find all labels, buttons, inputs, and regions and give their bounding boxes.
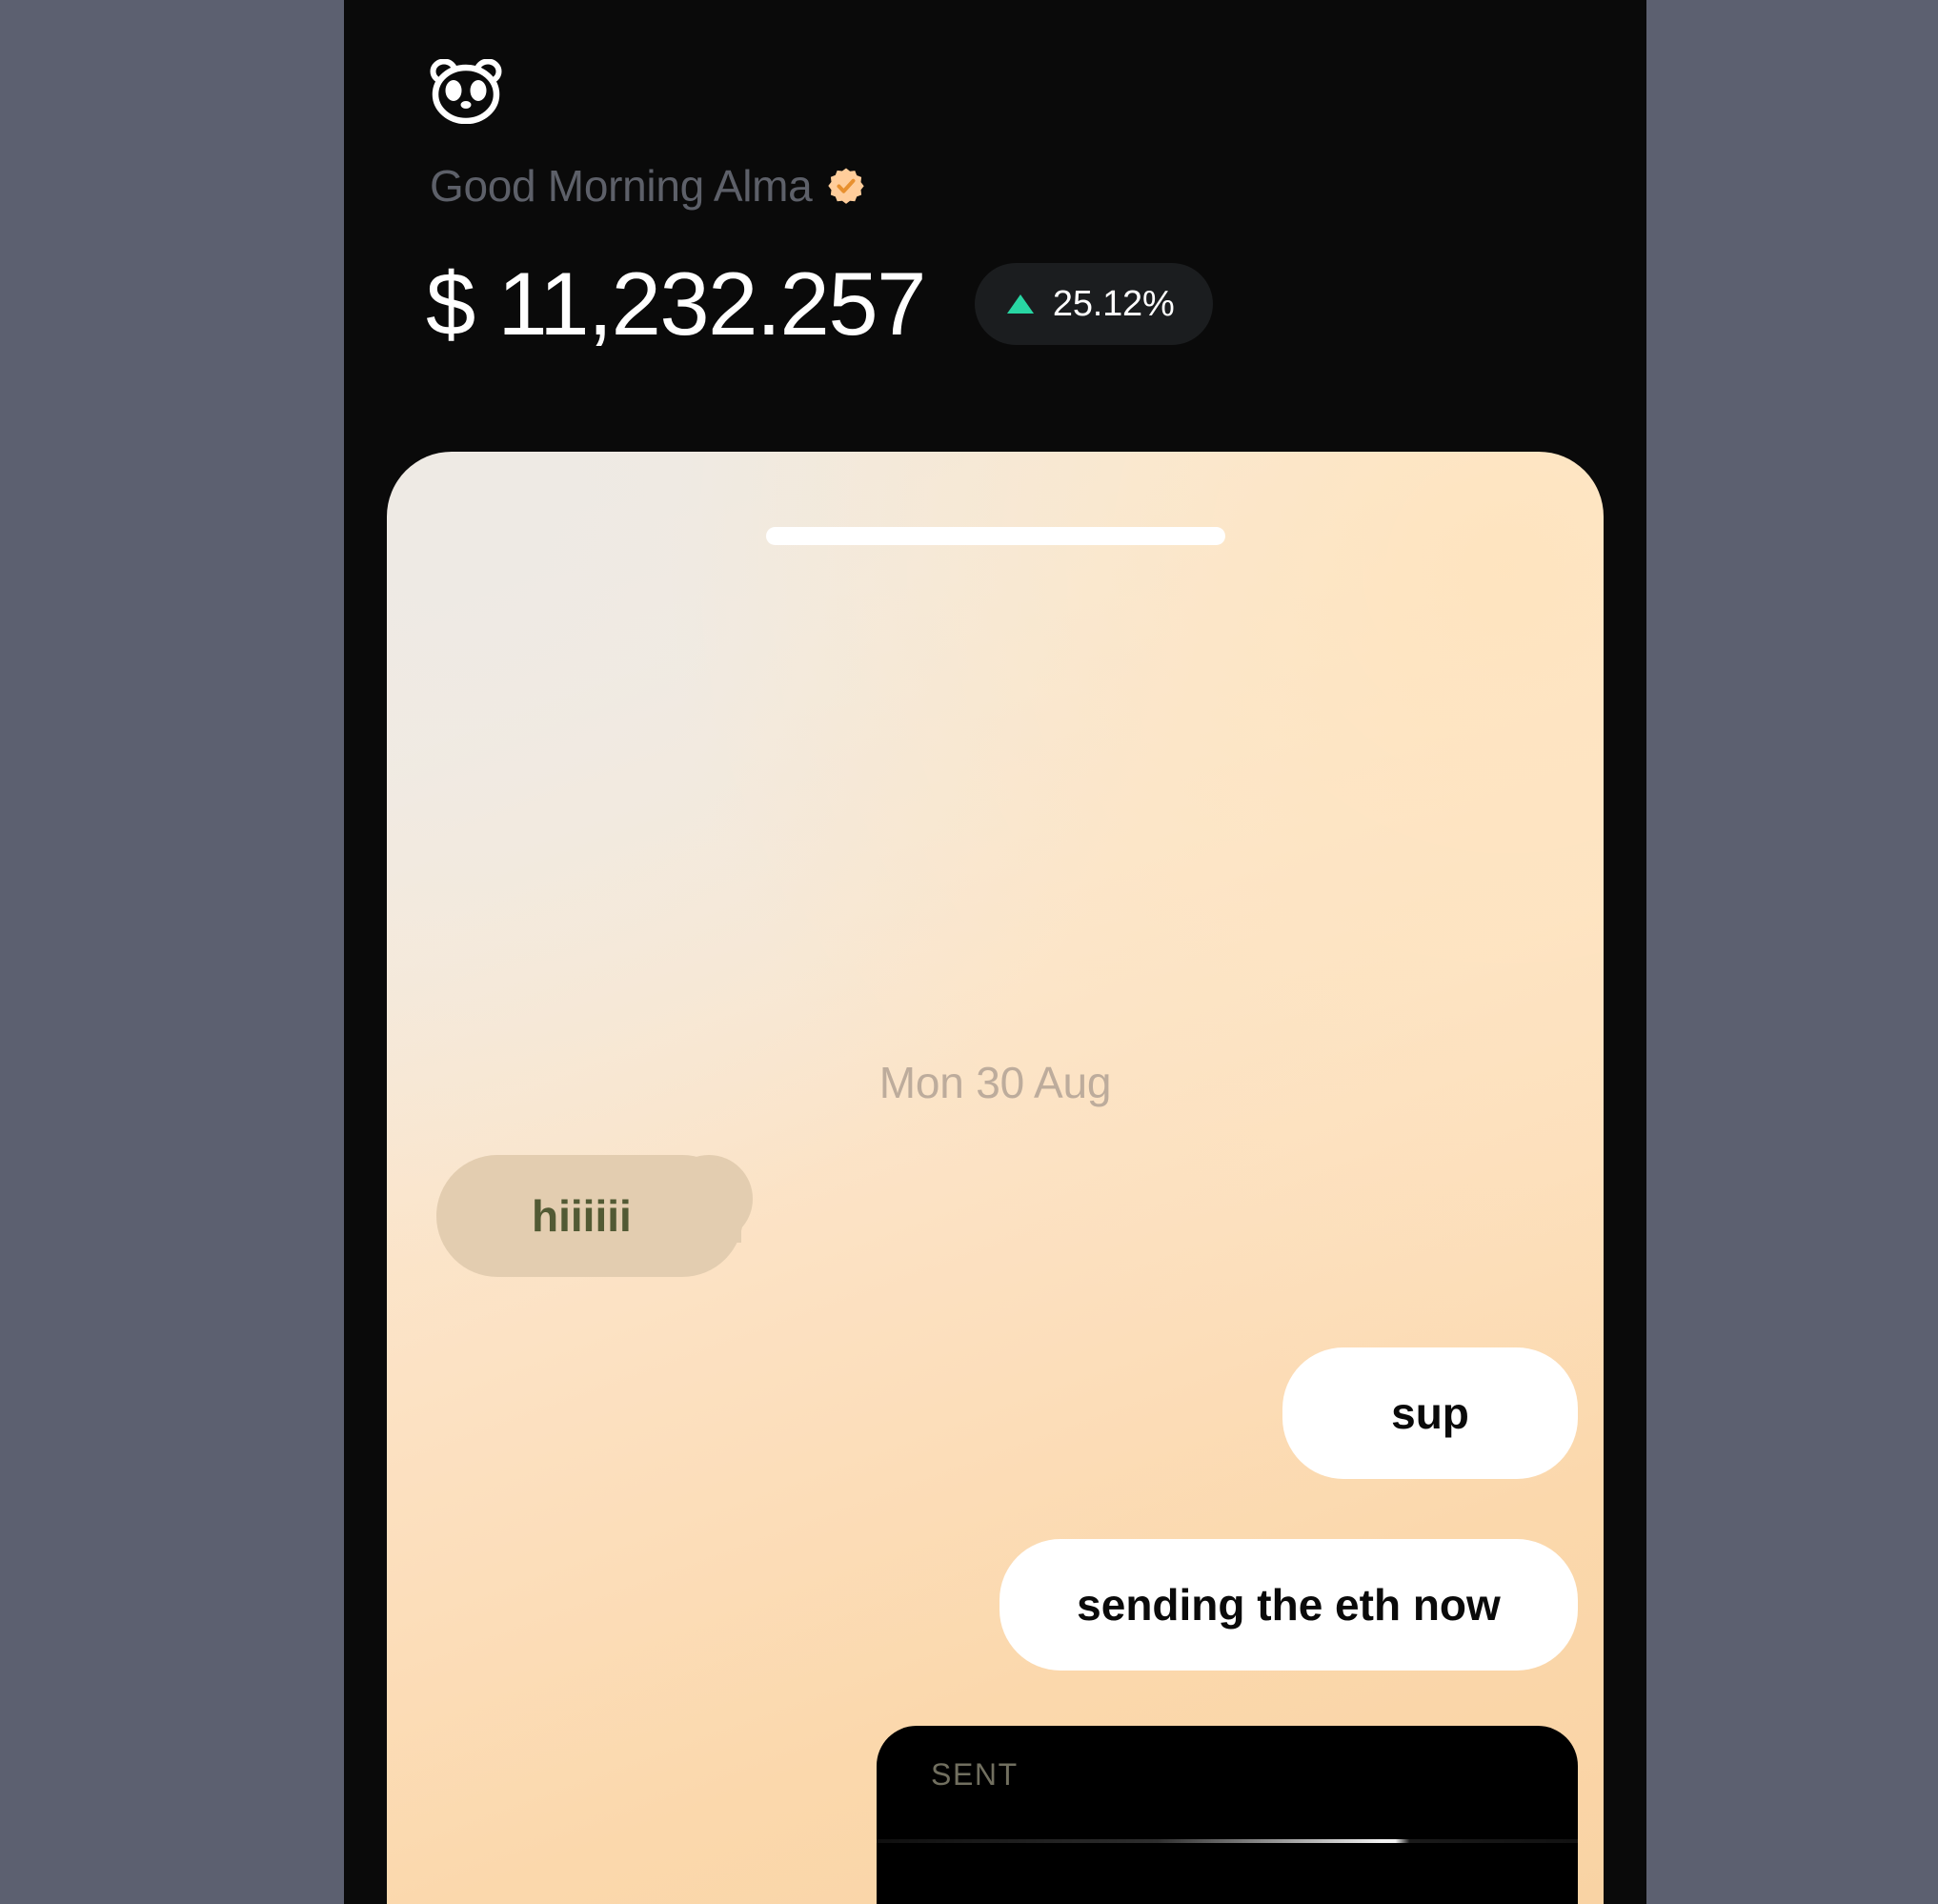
greeting-row: Good Morning Alma (430, 164, 865, 208)
message-bubble-outgoing-sup[interactable]: sup (1282, 1347, 1578, 1479)
change-badge[interactable]: 25.12% (974, 263, 1213, 345)
date-separator: Mon 30 Aug (878, 1058, 1112, 1107)
chat-sheet: Mon 30 Aug hiiiiii sup sending the eth n… (387, 452, 1604, 1904)
verified-badge-icon (828, 168, 865, 204)
message-text: hiiiiii (532, 1191, 632, 1241)
desktop-backdrop: Good Morning Alma $ 11,232.257 25.12% Mo… (0, 0, 1938, 1904)
transaction-card[interactable]: SENT $100.00 0.038 ETH (877, 1726, 1578, 1904)
drag-handle-icon[interactable] (765, 527, 1225, 545)
transaction-status-label: SENT (931, 1757, 1019, 1792)
message-bubble-incoming[interactable]: hiiiiii (436, 1155, 743, 1277)
greeting-text: Good Morning Alma (430, 161, 813, 211)
change-percent: 25.12% (1052, 284, 1175, 324)
phone-screen: Good Morning Alma $ 11,232.257 25.12% Mo… (344, 0, 1646, 1904)
transaction-divider (877, 1839, 1578, 1843)
message-bubble-outgoing-eth[interactable]: sending the eth now (999, 1539, 1578, 1671)
balance-row: $ 11,232.257 25.12% (426, 259, 1213, 349)
triangle-up-icon (1006, 294, 1034, 314)
message-text: sending the eth now (1077, 1580, 1501, 1630)
message-text: sup (1391, 1388, 1469, 1438)
balance-amount: $ 11,232.257 (426, 253, 926, 354)
panda-logo-icon[interactable] (429, 58, 503, 125)
